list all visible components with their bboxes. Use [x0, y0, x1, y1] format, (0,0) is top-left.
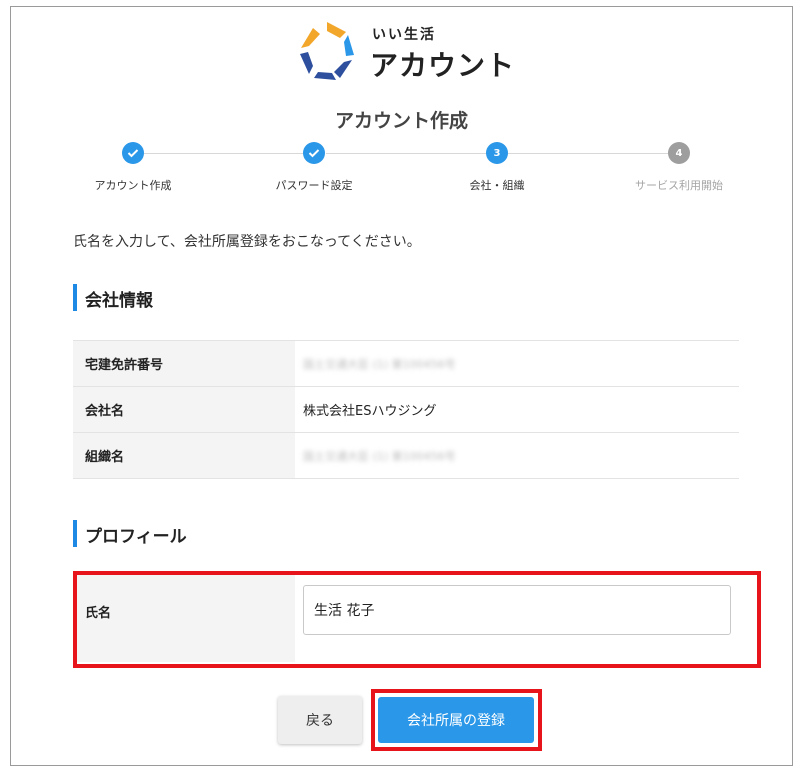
- table-row: 会社名 株式会社ESハウジング: [73, 386, 739, 433]
- table-row: 宅建免許番号 国土交通大臣 (1) 第100456号: [73, 340, 739, 387]
- profile-section-heading: プロフィール: [73, 520, 187, 547]
- brand-logo: いい生活 アカウント: [296, 20, 516, 86]
- company-section-heading: 会社情報: [73, 284, 153, 311]
- stepper-connector: [508, 153, 678, 154]
- step-1-label: アカウント作成: [94, 179, 172, 192]
- logo-mark-icon: [300, 22, 354, 80]
- company-info-table: 宅建免許番号 国土交通大臣 (1) 第100456号 会社名 株式会社ESハウジ…: [73, 340, 739, 479]
- step-3-label: 会社・組織: [469, 179, 525, 192]
- step-4-label: サービス利用開始: [635, 179, 723, 192]
- logo-subtitle: いい生活: [372, 27, 436, 43]
- logo-title: アカウント: [370, 49, 516, 82]
- stepper-connector: [144, 153, 314, 154]
- license-number-label: 宅建免許番号: [73, 340, 295, 387]
- table-row: 組織名 国土交通大臣 (1) 第100456号: [73, 432, 739, 479]
- step-4-number: 4: [668, 142, 690, 164]
- highlight-profile-box: [73, 571, 761, 668]
- page-title: アカウント作成: [334, 110, 468, 132]
- stepper-connector: [326, 153, 496, 154]
- highlight-submit-box: [371, 689, 542, 751]
- step-2-check-icon: [303, 142, 325, 164]
- company-name-value: 株式会社ESハウジング: [295, 386, 739, 433]
- step-2-label: パスワード設定: [275, 179, 353, 192]
- step-3-number: 3: [486, 142, 508, 164]
- back-button[interactable]: 戻る: [278, 696, 362, 744]
- license-number-value: 国土交通大臣 (1) 第100456号: [303, 357, 456, 371]
- company-name-label: 会社名: [73, 386, 295, 433]
- step-1-check-icon: [122, 142, 144, 164]
- organization-name-value: 国土交通大臣 (1) 第100456号: [303, 449, 456, 463]
- organization-name-label: 組織名: [73, 432, 295, 479]
- instruction-text: 氏名を入力して、会社所属登録をおこなってください。: [73, 234, 421, 250]
